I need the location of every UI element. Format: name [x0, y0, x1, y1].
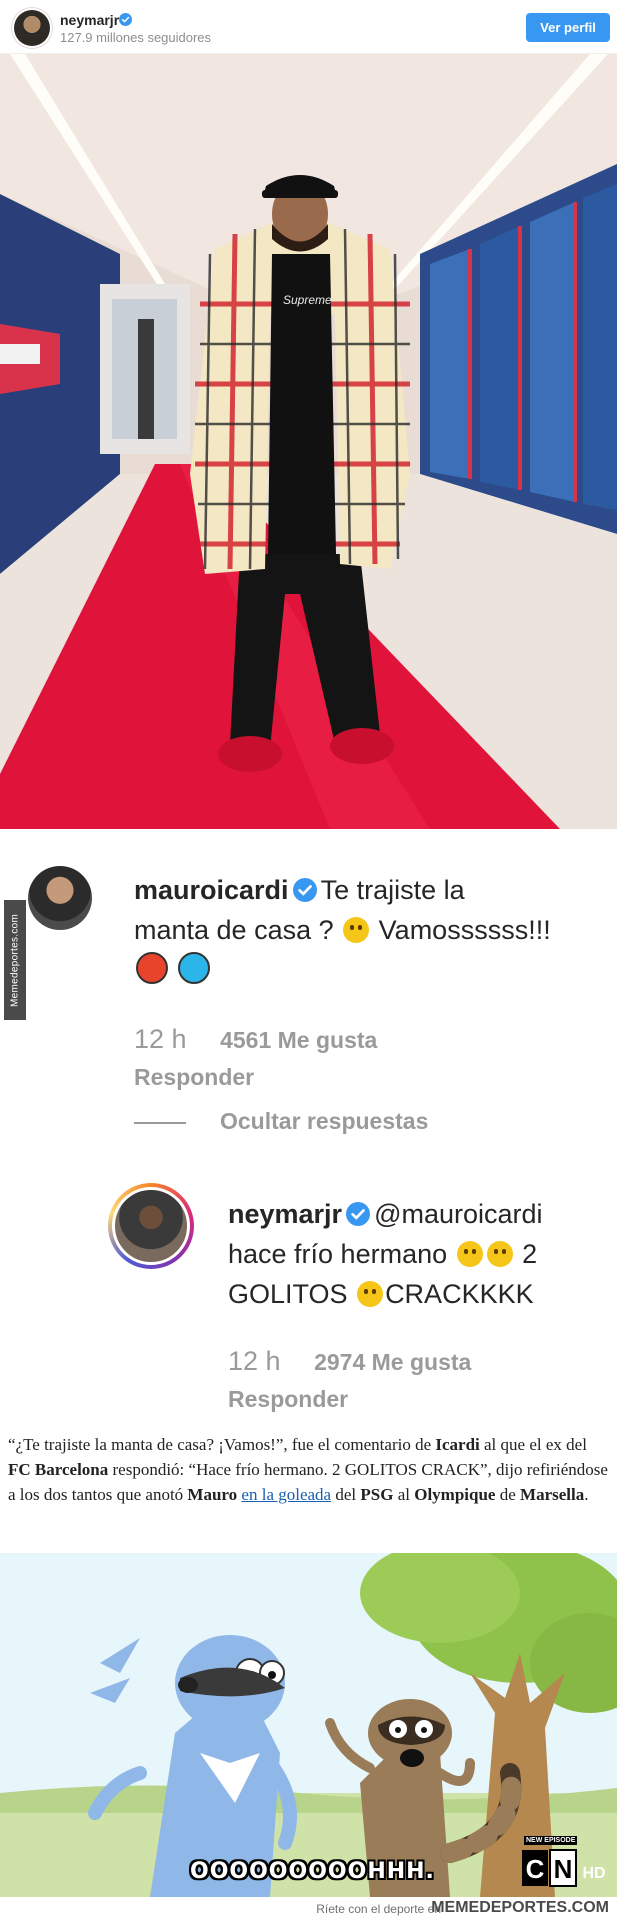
comment-2-line-3: GOLITOS CRACKKKK [228, 1274, 534, 1314]
hide-replies-button[interactable]: Ocultar respuestas [220, 1108, 428, 1135]
article-text: “¿Te trajiste la manta de casa? ¡Vamos!”… [8, 1435, 436, 1454]
red-circle-emoji-icon [136, 952, 168, 984]
verified-badge-icon [346, 1202, 371, 1226]
neymar-hallway-photo: Supreme [0, 54, 617, 829]
comment-2-crack: CRACKKKK [385, 1279, 534, 1309]
grinning-tongue-emoji-icon [357, 1281, 384, 1307]
cartoon-meme-image [0, 1553, 617, 1897]
cn-logo-hd: HD [582, 1865, 605, 1882]
new-episode-label: NEW EPISODE [524, 1836, 578, 1845]
article-text: del [331, 1485, 361, 1504]
comment-2-username[interactable]: neymarjr [228, 1199, 342, 1229]
article-bold-psg: PSG [360, 1485, 394, 1504]
comment-1-meta: 12 h 4561 Me gusta [134, 1024, 377, 1055]
article-link-goleada[interactable]: en la goleada [241, 1485, 331, 1504]
article-text: de [495, 1485, 521, 1504]
grinning-tongue-emoji-icon [343, 917, 370, 943]
comment-2-mention[interactable]: @mauroicardi [374, 1199, 542, 1229]
laughing-emoji-icon [456, 1241, 483, 1267]
comment-1-reply-button[interactable]: Responder [134, 1064, 254, 1091]
comment-1-username[interactable]: mauroicardi [134, 875, 289, 905]
cn-logo-c: C [526, 1854, 545, 1884]
comment-2-number: 2 [522, 1239, 538, 1269]
comment-2-meta: 12 h 2974 Me gusta [228, 1346, 471, 1377]
cn-logo-n: N [554, 1854, 573, 1884]
profile-username[interactable]: neymarjr [60, 12, 119, 28]
comment-2-likes[interactable]: 2974 Me gusta [314, 1349, 471, 1375]
comment-2-line-2: hace frío hermano 2 [228, 1234, 537, 1274]
comment-2-line-1: neymarjr @mauroicardi [228, 1194, 543, 1234]
verified-badge-icon [292, 878, 317, 902]
footer-tagline: Ríete con el deporte en [316, 1902, 441, 1916]
comment-1-time: 12 h [134, 1024, 187, 1054]
shirt-logo-text: Supreme [283, 293, 332, 307]
article-bold-olympique: Olympique [414, 1485, 496, 1504]
comment-2-text: hace frío hermano [228, 1239, 448, 1269]
comment-1-likes[interactable]: 4561 Me gusta [220, 1027, 377, 1053]
rolling-laughing-emoji-icon [486, 1241, 513, 1267]
comment-avatar-mauroicardi[interactable] [28, 866, 92, 930]
footer-brand[interactable]: MEMEDEPORTES.COM [431, 1899, 609, 1917]
cartoon-subtitle: OOOOOOOOOHHH. [190, 1859, 435, 1884]
instagram-photo[interactable]: Supreme [0, 54, 617, 829]
article-bold-icardi: Icardi [435, 1435, 480, 1454]
instagram-header: neymarjr 127.9 millones seguidores Ver p… [0, 0, 617, 54]
article-bold-marsella: Marsella [520, 1485, 585, 1504]
regular-show-cartoon [0, 1553, 617, 1897]
comment-1-text-end: Vamossssss!!! [378, 915, 551, 945]
article-text: al [393, 1485, 415, 1504]
article-paragraph: “¿Te trajiste la manta de casa? ¡Vamos!”… [8, 1432, 610, 1507]
cartoon-network-logo-icon: C N HD [522, 1849, 606, 1887]
comment-1-line-1: mauroicardi Te trajiste la [134, 870, 465, 910]
comment-1-text: Te trajiste la [320, 875, 465, 905]
article-text: . [584, 1485, 589, 1504]
comment-1-text-cont: manta de casa ? [134, 915, 334, 945]
comment-2-time: 12 h [228, 1346, 281, 1376]
follower-count: 127.9 millones seguidores [60, 30, 212, 45]
view-profile-button[interactable]: Ver perfil [526, 13, 610, 42]
hide-replies-line [134, 1122, 186, 1124]
comment-1-line-2: manta de casa ? Vamossssss!!! [134, 910, 551, 950]
avatar-image [112, 1187, 190, 1265]
profile-avatar[interactable] [14, 10, 50, 46]
article-text: al que el ex del [479, 1435, 587, 1454]
blue-circle-emoji-icon [178, 952, 210, 984]
article-bold-fcbarcelona: FC Barcelona [8, 1460, 109, 1479]
article-bold-mauro: Mauro [187, 1485, 238, 1504]
comment-avatar-neymarjr[interactable] [108, 1183, 194, 1269]
comment-2-golitos: GOLITOS [228, 1279, 348, 1309]
page-footer: Ríete con el deporte en MEMEDEPORTES.COM [0, 1897, 617, 1921]
verified-badge-icon [119, 13, 132, 26]
watermark-side-tag: Memedeportes.com [4, 900, 26, 1020]
comment-2-reply-button[interactable]: Responder [228, 1386, 348, 1413]
